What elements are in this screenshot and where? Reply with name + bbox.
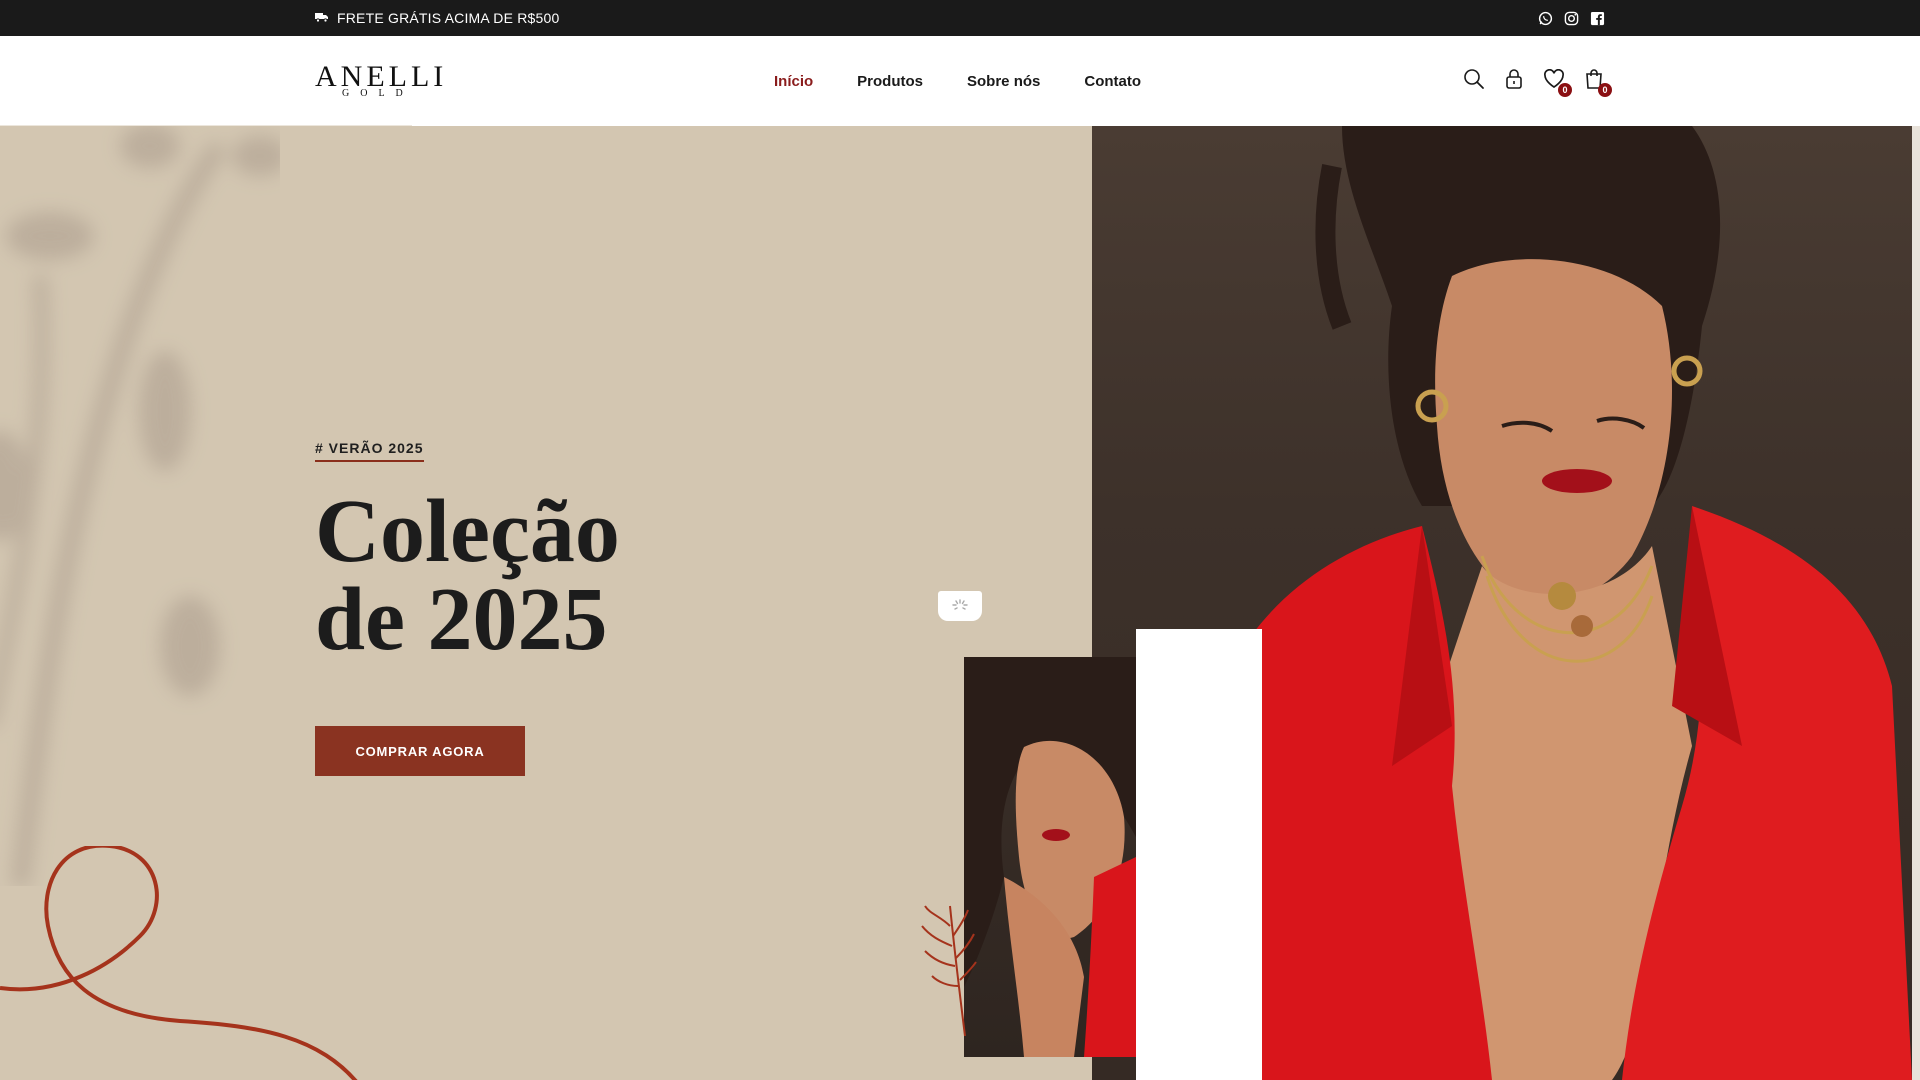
nav-item-sobre-nos[interactable]: Sobre nós	[967, 73, 1040, 90]
header-actions: 0 0	[1462, 64, 1612, 97]
nav-item-produtos[interactable]: Produtos	[857, 73, 923, 90]
scrollbar-track[interactable]	[1912, 126, 1920, 1080]
leaf-sprig-decoration	[921, 905, 977, 1036]
secondary-model-photo	[964, 657, 1136, 1057]
truck-icon	[315, 10, 329, 26]
lock-icon[interactable]	[1502, 67, 1526, 91]
red-line-decoration	[0, 846, 358, 1080]
search-icon[interactable]	[1462, 67, 1486, 91]
promo-banner: FRETE GRÁTIS ACIMA DE R$500	[315, 0, 559, 36]
hero-title-line-2: de 2025	[315, 570, 608, 669]
whatsapp-icon[interactable]	[1537, 10, 1553, 26]
hero-title: Coleção de 2025	[315, 482, 620, 669]
nav-item-inicio[interactable]: Início	[774, 73, 813, 90]
nav-item-contato[interactable]: Contato	[1084, 73, 1141, 90]
site-header: ANELLI GOLD Início Produtos Sobre nós Co…	[0, 36, 1920, 129]
white-frame-block	[1136, 629, 1262, 1080]
hero-title-line-1: Coleção	[315, 482, 620, 581]
logo-sub: GOLD	[342, 88, 414, 99]
hero-section: # VERÃO 2025 Coleção de 2025 COMPRAR AGO…	[0, 126, 1920, 1080]
promo-text: FRETE GRÁTIS ACIMA DE R$500	[337, 10, 560, 26]
heart-icon[interactable]: 0	[1542, 67, 1572, 97]
hero-tagline: # VERÃO 2025	[315, 440, 424, 462]
loading-spinner-icon[interactable]	[938, 591, 982, 621]
cart-count-badge: 0	[1598, 83, 1612, 97]
social-links	[1537, 0, 1605, 36]
cart-icon[interactable]: 0	[1582, 67, 1612, 97]
logo[interactable]: ANELLI GOLD	[315, 62, 443, 102]
wishlist-count-badge: 0	[1558, 83, 1572, 97]
flower-shadow-decoration	[0, 126, 280, 886]
instagram-icon[interactable]	[1563, 10, 1579, 26]
main-nav: Início Produtos Sobre nós Contato	[774, 36, 1141, 126]
buy-now-button[interactable]: COMPRAR AGORA	[315, 726, 525, 776]
facebook-icon[interactable]	[1589, 10, 1605, 26]
top-bar: FRETE GRÁTIS ACIMA DE R$500	[0, 0, 1920, 36]
